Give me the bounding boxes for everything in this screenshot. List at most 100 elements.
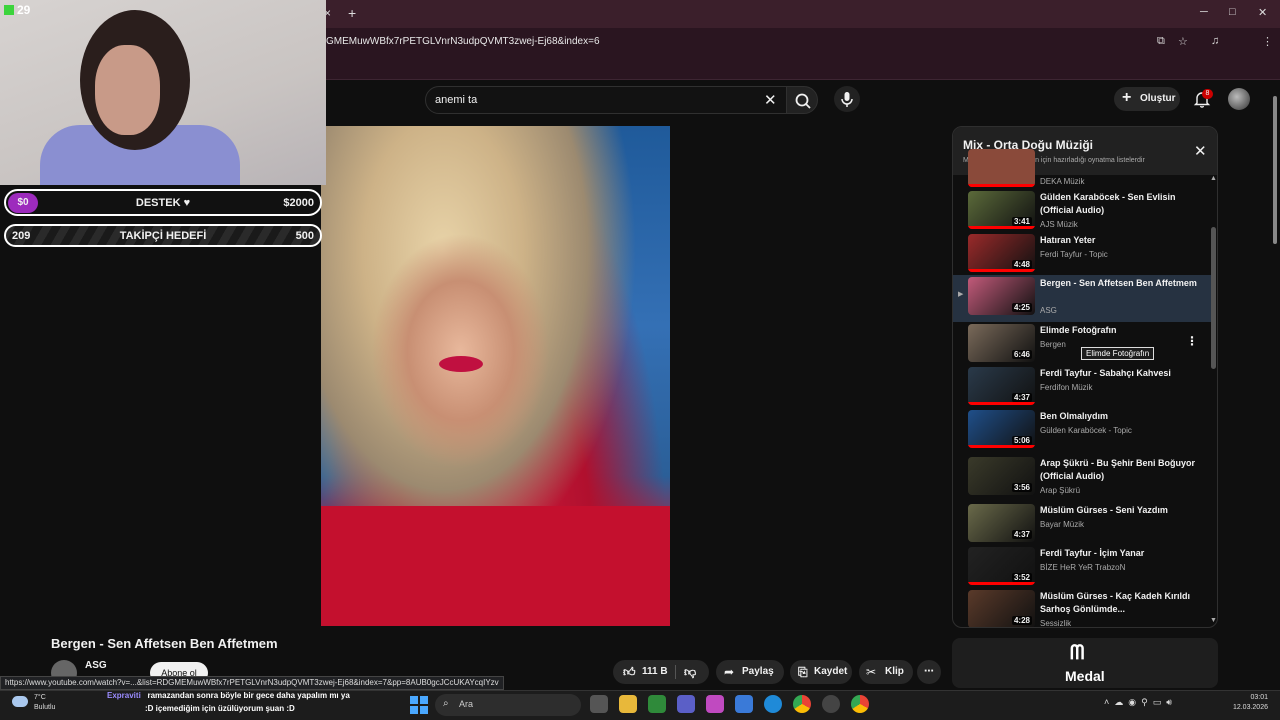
list-item[interactable]: 5:06 Ben Olmalıydım Gülden Karaböcek - Top…	[953, 408, 1211, 451]
scissors-icon: ✂	[866, 665, 877, 679]
list-item[interactable]: 3:56 Arap Şükrü - Bu Şehir Beni Boğuyor (…	[953, 455, 1211, 502]
xbox-icon[interactable]	[648, 695, 666, 713]
page-scrollbar[interactable]	[1272, 84, 1278, 684]
viewer-icon	[4, 5, 14, 15]
video-thumbnail: 4:25	[968, 277, 1035, 315]
item-channel: Ferdifon Müzik	[1040, 383, 1093, 392]
watched-progress	[968, 582, 1035, 585]
scroll-up-icon[interactable]: ▲	[1210, 175, 1217, 182]
obs-icon[interactable]	[822, 695, 840, 713]
bookmark-star-icon[interactable]: ☆	[1178, 35, 1188, 48]
medal-logo-icon: ᗰ	[1070, 642, 1085, 664]
avatar[interactable]	[1228, 88, 1250, 110]
save-label: Kaydet	[814, 666, 848, 677]
video-player[interactable]	[321, 126, 670, 626]
close-icon[interactable]: ✕	[1194, 142, 1207, 160]
item-title[interactable]: Ferdi Tayfur - İçim Yanar	[1040, 547, 1200, 560]
video-thumbnail: 3:41	[968, 191, 1035, 229]
create-button[interactable]: + Oluştur	[1114, 87, 1180, 111]
clock-date: 12.03.2026	[1232, 704, 1268, 711]
store-icon[interactable]	[735, 695, 753, 713]
item-title[interactable]: Ben Olmalıydım	[1040, 410, 1200, 423]
teams-icon[interactable]	[677, 695, 695, 713]
item-title[interactable]: Gülden Karaböcek - Sen Evlisin (Official…	[1040, 191, 1200, 217]
list-item[interactable]: 3:41 Gülden Karaböcek - Sen Evlisin (Offi…	[953, 189, 1211, 236]
taskbar-search[interactable]: ⌕ Ara	[435, 694, 581, 716]
playlist-scrollbar[interactable]: ▲ ▼	[1210, 175, 1217, 624]
window-close-icon[interactable]: ✕	[1258, 6, 1267, 19]
list-item[interactable]: 4:48 Hatıran Yeter Ferdi Tayfur - Topic	[953, 232, 1211, 275]
video-duration: 4:48	[1011, 260, 1032, 269]
list-item[interactable]: ▶ 4:25 Bergen - Sen Affetsen Ben Affetmem A…	[953, 275, 1211, 322]
item-channel: Sessizlik	[1040, 619, 1072, 628]
new-tab-icon[interactable]: +	[348, 5, 356, 21]
file-explorer-icon[interactable]	[619, 695, 637, 713]
watched-progress	[968, 269, 1035, 272]
list-item[interactable]: 3:52 Ferdi Tayfur - İçim Yanar BİZE HeR Ye…	[953, 545, 1211, 588]
minimize-icon[interactable]: ─	[1200, 6, 1208, 18]
search-button[interactable]	[786, 86, 818, 114]
video-thumbnail: 5:06	[968, 410, 1035, 448]
item-title[interactable]: Müslüm Gürses - Kaç Kadeh Kırıldı Sarhoş…	[1040, 590, 1200, 616]
clear-search-icon[interactable]: ✕	[764, 91, 777, 109]
list-item[interactable]: 4:37 Ferdi Tayfur - Sabahçı Kahvesi Ferdif…	[953, 365, 1211, 408]
item-title[interactable]: Bergen - Sen Affetsen Ben Affetmem	[1040, 277, 1200, 290]
share-button[interactable]: ➦ Paylaş	[716, 660, 784, 684]
list-item[interactable]: 4:37 Müslüm Gürses - Seni Yazdım Bayar Müz…	[953, 502, 1211, 545]
item-channel: Gülden Karaböcek - Topic	[1040, 426, 1132, 435]
video-duration: 3:52	[1011, 573, 1032, 582]
video-duration: 4:25	[1011, 303, 1032, 312]
media-control-icon[interactable]: ♫	[1211, 35, 1219, 47]
install-icon[interactable]: ⧉	[1157, 35, 1165, 48]
video-thumbnail: 6:46	[968, 324, 1035, 362]
item-channel: BİZE HeR YeR TrabzoN	[1040, 563, 1126, 572]
scrollbar-thumb[interactable]	[1211, 227, 1216, 369]
list-item[interactable]: DEKA Müzik	[953, 149, 1211, 187]
watched-progress	[968, 184, 1035, 187]
video-thumbnail: 4:28	[968, 590, 1035, 627]
chrome-icon[interactable]	[793, 695, 811, 713]
chat-username: Expraviti	[107, 691, 141, 700]
search-input[interactable]: anemi ta ✕	[425, 86, 787, 114]
save-button[interactable]: ⎘ Kaydet	[790, 660, 852, 684]
tooltip: Elimde Fotoğrafın	[1081, 347, 1155, 360]
scroll-down-icon[interactable]: ▼	[1210, 617, 1217, 624]
item-menu-icon[interactable]: ⋮	[1186, 334, 1198, 348]
edge-icon[interactable]	[764, 695, 782, 713]
item-title[interactable]: Hatıran Yeter	[1040, 234, 1200, 247]
clock-time: 03:01	[1250, 694, 1268, 701]
item-title[interactable]: Arap Şükrü - Bu Şehir Beni Boğuyor (Offi…	[1040, 457, 1200, 483]
cloud-icon	[12, 696, 28, 707]
clip-button[interactable]: ✂ Klip	[859, 660, 913, 684]
weather-condition: Bulutlu	[34, 704, 56, 711]
taskbar-search-placeholder: Ara	[459, 699, 474, 709]
list-item[interactable]: 4:28 Müslüm Gürses - Kaç Kadeh Kırıldı Sa…	[953, 588, 1211, 628]
thumbs-down-icon[interactable]: 👎︎	[684, 660, 696, 684]
like-button[interactable]: 👍︎ 111 B 👎︎	[613, 660, 709, 684]
scrollbar-thumb[interactable]	[1273, 96, 1277, 244]
start-button[interactable]	[410, 696, 428, 714]
url-text[interactable]: GMEMuwWBfx7rPETGLVnrN3udpQVMT3zwej-Ej68&…	[326, 36, 600, 47]
voice-search-button[interactable]	[834, 86, 860, 112]
system-tray[interactable]: ˄ ☁ ◉ ⚲ ▭ 🔊︎	[1104, 697, 1172, 708]
video-duration: 4:37	[1011, 530, 1032, 539]
ad-card[interactable]: ᗰ Medal	[952, 638, 1218, 688]
task-view-icon[interactable]	[590, 695, 608, 713]
more-actions-button[interactable]: ⋯	[917, 660, 941, 684]
video-frame-detail	[439, 356, 483, 372]
channel-name[interactable]: ASG	[85, 660, 107, 671]
chrome-profile-icon[interactable]	[851, 695, 869, 713]
maximize-icon[interactable]: □	[1229, 6, 1236, 18]
thumbs-up-icon: 👍︎	[623, 665, 636, 679]
clock[interactable]: 03:01 12.03.2026	[1222, 693, 1268, 713]
item-channel: Bayar Müzik	[1040, 520, 1085, 529]
item-title[interactable]: Ferdi Tayfur - Sabahçı Kahvesi	[1040, 367, 1200, 380]
item-title[interactable]: Müslüm Gürses - Seni Yazdım	[1040, 504, 1200, 517]
item-title[interactable]: Elimde Fotoğrafın	[1040, 324, 1200, 337]
browser-menu-icon[interactable]: ⋮	[1262, 35, 1273, 48]
video-duration: 4:28	[1011, 616, 1032, 625]
copilot-icon[interactable]	[706, 695, 724, 713]
create-label: Oluştur	[1140, 93, 1176, 104]
share-label: Paylaş	[742, 666, 774, 677]
video-thumbnail: 4:48	[968, 234, 1035, 272]
